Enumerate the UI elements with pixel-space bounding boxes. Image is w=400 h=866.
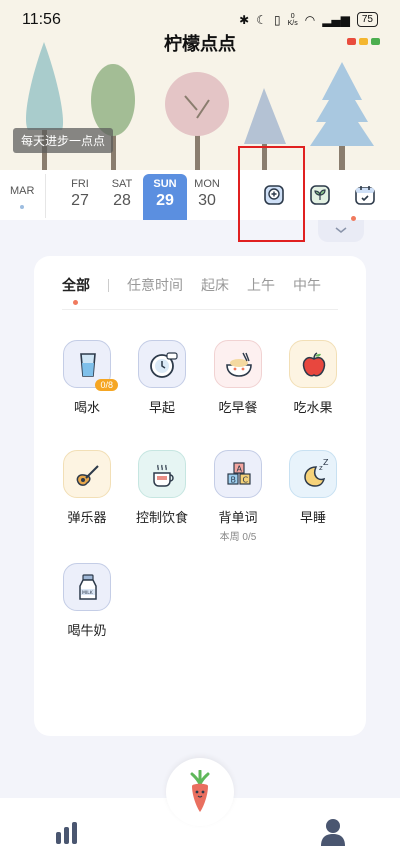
- stats-icon[interactable]: [54, 822, 80, 844]
- habit-memorize-words[interactable]: A B C 背单词 本周 0/5: [200, 450, 276, 543]
- motto-label: 每天进步一点点: [13, 128, 114, 153]
- tab-morning[interactable]: 上午: [247, 275, 275, 295]
- habit-sleep-early[interactable]: z Z 早睡: [275, 450, 351, 526]
- habit-drink-milk[interactable]: MILK 喝牛奶: [49, 563, 125, 639]
- habit-control-diet[interactable]: 控制饮食: [124, 450, 200, 526]
- moon-sleep-icon: z Z: [304, 458, 329, 487]
- plant-icon[interactable]: [308, 183, 332, 207]
- moon-icon: ☾: [256, 12, 267, 27]
- month-label[interactable]: MAR: [10, 185, 34, 197]
- net-speed-value: 0: [290, 12, 295, 20]
- svg-text:C: C: [243, 476, 249, 485]
- coffee-cup-icon: [153, 464, 174, 487]
- weekly-progress: 本周 0/5: [219, 532, 257, 543]
- chevron-down-icon: [335, 227, 347, 233]
- day-fri[interactable]: FRI 27: [58, 178, 102, 210]
- status-bar: 11:56 ✱ ☾ ▯ 0 K/s ◠ ▂▄▆ 75: [0, 0, 400, 30]
- alarm-clock-icon: [150, 352, 178, 378]
- center-button[interactable]: [166, 758, 234, 826]
- abc-blocks-icon: A B C: [227, 462, 251, 485]
- svg-text:B: B: [231, 476, 237, 485]
- calendar-check-icon[interactable]: [353, 183, 377, 207]
- month-dot: [20, 205, 24, 209]
- carrot-icon: [190, 770, 210, 812]
- battery-indicator: 75: [356, 12, 378, 27]
- date-bar: MAR FRI 27 SAT 28 SUN 29 MON 30: [0, 170, 400, 220]
- app-title: 柠檬点点: [164, 34, 236, 55]
- habit-eat-fruit[interactable]: 吃水果: [275, 340, 351, 416]
- bowl-icon: [226, 352, 252, 377]
- tab-all[interactable]: 全部: [62, 275, 90, 305]
- day-mon[interactable]: MON 30: [185, 178, 229, 210]
- water-count-badge: 0/8: [95, 379, 118, 391]
- status-time: 11:56: [22, 11, 61, 28]
- svg-text:A: A: [237, 465, 243, 474]
- signal-icon: ▂▄▆: [322, 12, 350, 27]
- wifi-icon: ◠: [304, 12, 316, 27]
- net-speed: 0 K/s: [288, 13, 298, 27]
- day-sat[interactable]: SAT 28: [100, 178, 144, 210]
- net-speed-unit: K/s: [287, 19, 298, 27]
- habit-play-instrument[interactable]: 弹乐器: [49, 450, 125, 526]
- theme-dots[interactable]: [347, 38, 380, 45]
- tab-noon[interactable]: 中午: [293, 275, 321, 295]
- svg-text:MILK: MILK: [82, 590, 94, 596]
- tab-anytime[interactable]: 任意时间: [127, 275, 183, 295]
- svg-text:Z: Z: [323, 458, 329, 467]
- apple-icon: [302, 352, 326, 377]
- bluetooth-icon: ✱: [239, 12, 250, 27]
- habit-wake-early[interactable]: 早起: [124, 340, 200, 416]
- day-sun-selected[interactable]: SUN 29: [143, 174, 187, 220]
- tab-wakeup[interactable]: 起床: [201, 275, 229, 295]
- guitar-icon: [76, 465, 99, 486]
- habits-card: 全部 任意时间 起床 上午 中午 0/8 喝水 早起 吃早餐 吃水果 弹乐器 控…: [34, 256, 366, 736]
- filter-tabs: 全部 任意时间 起床 上午 中午: [62, 275, 339, 305]
- habit-drink-water[interactable]: 0/8 喝水: [49, 340, 125, 416]
- expand-toggle[interactable]: [318, 216, 364, 242]
- profile-icon[interactable]: [320, 818, 346, 846]
- header-banner: 11:56 ✱ ☾ ▯ 0 K/s ◠ ▂▄▆ 75 柠檬点点 每天进步一点点: [0, 0, 400, 170]
- vibrate-icon: ▯: [273, 12, 281, 27]
- highlight-box: [238, 146, 305, 242]
- milk-bottle-icon: MILK: [79, 574, 97, 600]
- habit-breakfast[interactable]: 吃早餐: [200, 340, 276, 416]
